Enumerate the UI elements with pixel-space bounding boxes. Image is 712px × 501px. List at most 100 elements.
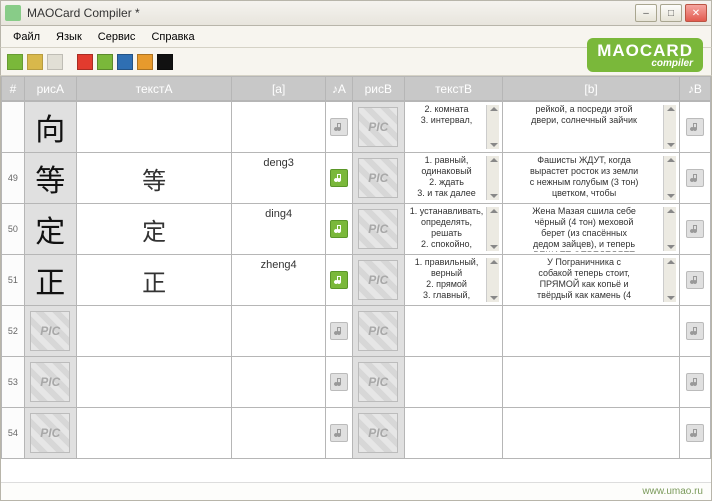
transcription-cell[interactable] <box>232 357 325 408</box>
menu-service[interactable]: Сервис <box>90 29 144 45</box>
textB-cell[interactable] <box>404 306 503 357</box>
header-noteA[interactable]: ♪A <box>325 77 352 101</box>
header-a[interactable]: [a] <box>232 77 325 101</box>
table-row[interactable]: 51正正zheng4PIC1. правильный,верный2. прям… <box>2 255 711 306</box>
close-button[interactable]: ✕ <box>685 4 707 22</box>
picA-cell[interactable]: 正 <box>24 255 76 306</box>
textA-cell[interactable]: 等 <box>76 153 232 204</box>
picB-cell[interactable]: PIC <box>352 204 404 255</box>
picA-cell[interactable]: PIC <box>24 357 76 408</box>
textA-cell[interactable] <box>76 306 232 357</box>
color-swatch-3[interactable] <box>137 54 153 70</box>
color-swatch-1[interactable] <box>97 54 113 70</box>
textB-cell[interactable]: 2. комната3. интервал, <box>404 102 503 153</box>
picA-cell[interactable]: PIC <box>24 408 76 459</box>
play-a-button[interactable] <box>330 271 348 289</box>
cards-table: # рисA текстA [a] ♪A рисB текстB [b] ♪B <box>1 76 711 101</box>
header-b[interactable]: [b] <box>503 77 679 101</box>
textA-cell[interactable] <box>76 357 232 408</box>
picB-cell[interactable]: PIC <box>352 357 404 408</box>
menu-file[interactable]: Файл <box>5 29 48 45</box>
play-b-button[interactable] <box>686 424 704 442</box>
picA-cell[interactable]: 定 <box>24 204 76 255</box>
table-row[interactable]: 50定定ding4PIC1. устанавливать,определять,… <box>2 204 711 255</box>
scrollbar-icon[interactable] <box>486 207 499 251</box>
play-a-button[interactable] <box>330 118 348 136</box>
play-a-button[interactable] <box>330 373 348 391</box>
scrollbar-icon[interactable] <box>663 105 676 149</box>
add-button[interactable] <box>7 54 23 70</box>
table-row[interactable]: 52PICPIC <box>2 306 711 357</box>
textB-cell[interactable]: 1. равный,одинаковый2. ждать3. и так дал… <box>404 153 503 204</box>
picA-cell[interactable]: PIC <box>24 306 76 357</box>
play-b-button[interactable] <box>686 271 704 289</box>
textB-cell[interactable]: 1. правильный,верный2. прямой3. главный, <box>404 255 503 306</box>
header-picB[interactable]: рисB <box>352 77 404 101</box>
header-num[interactable]: # <box>2 77 25 101</box>
maximize-button[interactable]: □ <box>660 4 682 22</box>
clear-button[interactable] <box>47 54 63 70</box>
picB-cell[interactable]: PIC <box>352 306 404 357</box>
b-cell[interactable]: У Пограничника ссобакой теперь стоит,ПРЯ… <box>503 255 679 306</box>
header-textB[interactable]: текстB <box>404 77 503 101</box>
play-b-button[interactable] <box>686 169 704 187</box>
scrollbar-icon[interactable] <box>486 156 499 200</box>
play-a-button[interactable] <box>330 169 348 187</box>
picB-cell[interactable]: PIC <box>352 102 404 153</box>
app-logo: MAOCARD compiler <box>587 38 703 72</box>
transcription-cell[interactable]: ding4 <box>232 204 325 255</box>
remove-button[interactable] <box>27 54 43 70</box>
b-cell[interactable]: Фашисты ЖДУТ, когдавырастет росток из зе… <box>503 153 679 204</box>
play-b-button[interactable] <box>686 220 704 238</box>
header-textA[interactable]: текстA <box>76 77 232 101</box>
play-a-button[interactable] <box>330 424 348 442</box>
b-cell[interactable] <box>503 306 679 357</box>
scrollbar-icon[interactable] <box>663 156 676 200</box>
table-scroll[interactable]: 向PIC2. комната3. интервал,рейкой, а поср… <box>1 101 711 482</box>
play-a-button[interactable] <box>330 322 348 340</box>
textA-cell[interactable] <box>76 102 232 153</box>
picB-cell[interactable]: PIC <box>352 408 404 459</box>
color-swatch-4[interactable] <box>157 54 173 70</box>
play-b-button[interactable] <box>686 373 704 391</box>
table-row[interactable]: 54PICPIC <box>2 408 711 459</box>
transcription-cell[interactable] <box>232 408 325 459</box>
transcription-cell[interactable]: deng3 <box>232 153 325 204</box>
play-b-button[interactable] <box>686 322 704 340</box>
textB-cell[interactable] <box>404 408 503 459</box>
color-swatch-0[interactable] <box>77 54 93 70</box>
play-b-button[interactable] <box>686 118 704 136</box>
footer-url[interactable]: www.umao.ru <box>642 486 703 497</box>
b-cell[interactable]: Жена Мазая сшила себечёрный (4 тон) мехо… <box>503 204 679 255</box>
menu-help[interactable]: Справка <box>143 29 202 45</box>
picA-cell[interactable]: 等 <box>24 153 76 204</box>
textA-cell[interactable] <box>76 408 232 459</box>
table-row[interactable]: 53PICPIC <box>2 357 711 408</box>
play-a-button[interactable] <box>330 220 348 238</box>
scrollbar-icon[interactable] <box>663 207 676 251</box>
scrollbar-icon[interactable] <box>663 258 676 302</box>
transcription-cell[interactable] <box>232 102 325 153</box>
glyphA: 向 <box>25 105 76 149</box>
picB-cell[interactable]: PIC <box>352 153 404 204</box>
textB-cell[interactable]: 1. устанавливать,определять,решать2. спо… <box>404 204 503 255</box>
color-swatch-2[interactable] <box>117 54 133 70</box>
b-cell[interactable] <box>503 408 679 459</box>
header-picA[interactable]: рисA <box>24 77 76 101</box>
transcription-cell[interactable]: zheng4 <box>232 255 325 306</box>
header-noteB[interactable]: ♪B <box>679 77 710 101</box>
minimize-button[interactable]: – <box>635 4 657 22</box>
table-row[interactable]: 向 PIC2. комната3. интервал,рейкой, а поср… <box>2 102 711 153</box>
picB-cell[interactable]: PIC <box>352 255 404 306</box>
scrollbar-icon[interactable] <box>486 258 499 302</box>
textB-cell[interactable] <box>404 357 503 408</box>
textA-cell[interactable]: 定 <box>76 204 232 255</box>
transcription-cell[interactable] <box>232 306 325 357</box>
picA-cell[interactable]: 向 <box>24 102 76 153</box>
table-row[interactable]: 49等等deng3PIC1. равный,одинаковый2. ждать… <box>2 153 711 204</box>
textA-cell[interactable]: 正 <box>76 255 232 306</box>
scrollbar-icon[interactable] <box>486 105 499 149</box>
b-cell[interactable]: рейкой, а посреди этойдвери, солнечный з… <box>503 102 679 153</box>
b-cell[interactable] <box>503 357 679 408</box>
menu-lang[interactable]: Язык <box>48 29 90 45</box>
